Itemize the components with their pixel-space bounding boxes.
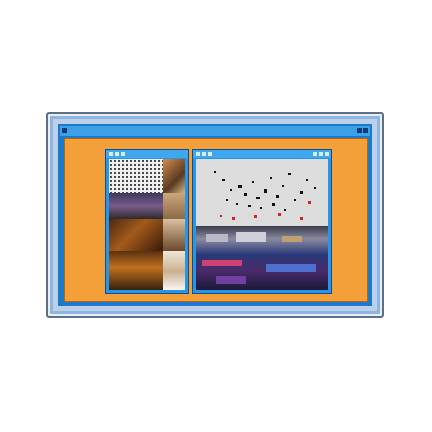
left-window-button-2[interactable] bbox=[115, 152, 119, 156]
right-window-min[interactable] bbox=[313, 152, 317, 156]
right-window-button-2[interactable] bbox=[202, 152, 206, 156]
left-window-titlebar[interactable] bbox=[106, 150, 188, 158]
photo-tile bbox=[109, 251, 163, 290]
scatter-plot-icon bbox=[214, 171, 316, 220]
monitor-frame bbox=[46, 112, 384, 318]
left-window-button-1[interactable] bbox=[109, 152, 113, 156]
image-collage bbox=[109, 159, 185, 290]
photo-tile bbox=[109, 193, 163, 219]
right-window-button-1[interactable] bbox=[196, 152, 200, 156]
right-window-titlebar[interactable] bbox=[193, 150, 331, 158]
close-icon[interactable] bbox=[363, 128, 368, 133]
right-window-button-3[interactable] bbox=[208, 152, 212, 156]
photo-tile bbox=[163, 193, 185, 219]
desktop bbox=[64, 138, 368, 302]
right-window[interactable] bbox=[192, 149, 332, 294]
photo-tile bbox=[109, 219, 163, 251]
scene-image bbox=[196, 226, 328, 290]
right-window-content bbox=[196, 159, 328, 290]
menu-icon[interactable] bbox=[62, 128, 67, 133]
noise-image bbox=[109, 159, 163, 193]
scatter-plot-image bbox=[196, 159, 328, 226]
photo-tile bbox=[163, 251, 185, 290]
left-window-button-3[interactable] bbox=[121, 152, 125, 156]
top-bar bbox=[60, 126, 370, 136]
screen-frame bbox=[58, 124, 372, 306]
photo-tile bbox=[163, 219, 185, 251]
photo-tile bbox=[163, 159, 185, 193]
left-window[interactable] bbox=[105, 149, 189, 294]
right-window-close[interactable] bbox=[325, 152, 329, 156]
right-window-max[interactable] bbox=[319, 152, 323, 156]
minimize-icon[interactable] bbox=[357, 128, 362, 133]
scene-image-icon bbox=[202, 232, 316, 284]
